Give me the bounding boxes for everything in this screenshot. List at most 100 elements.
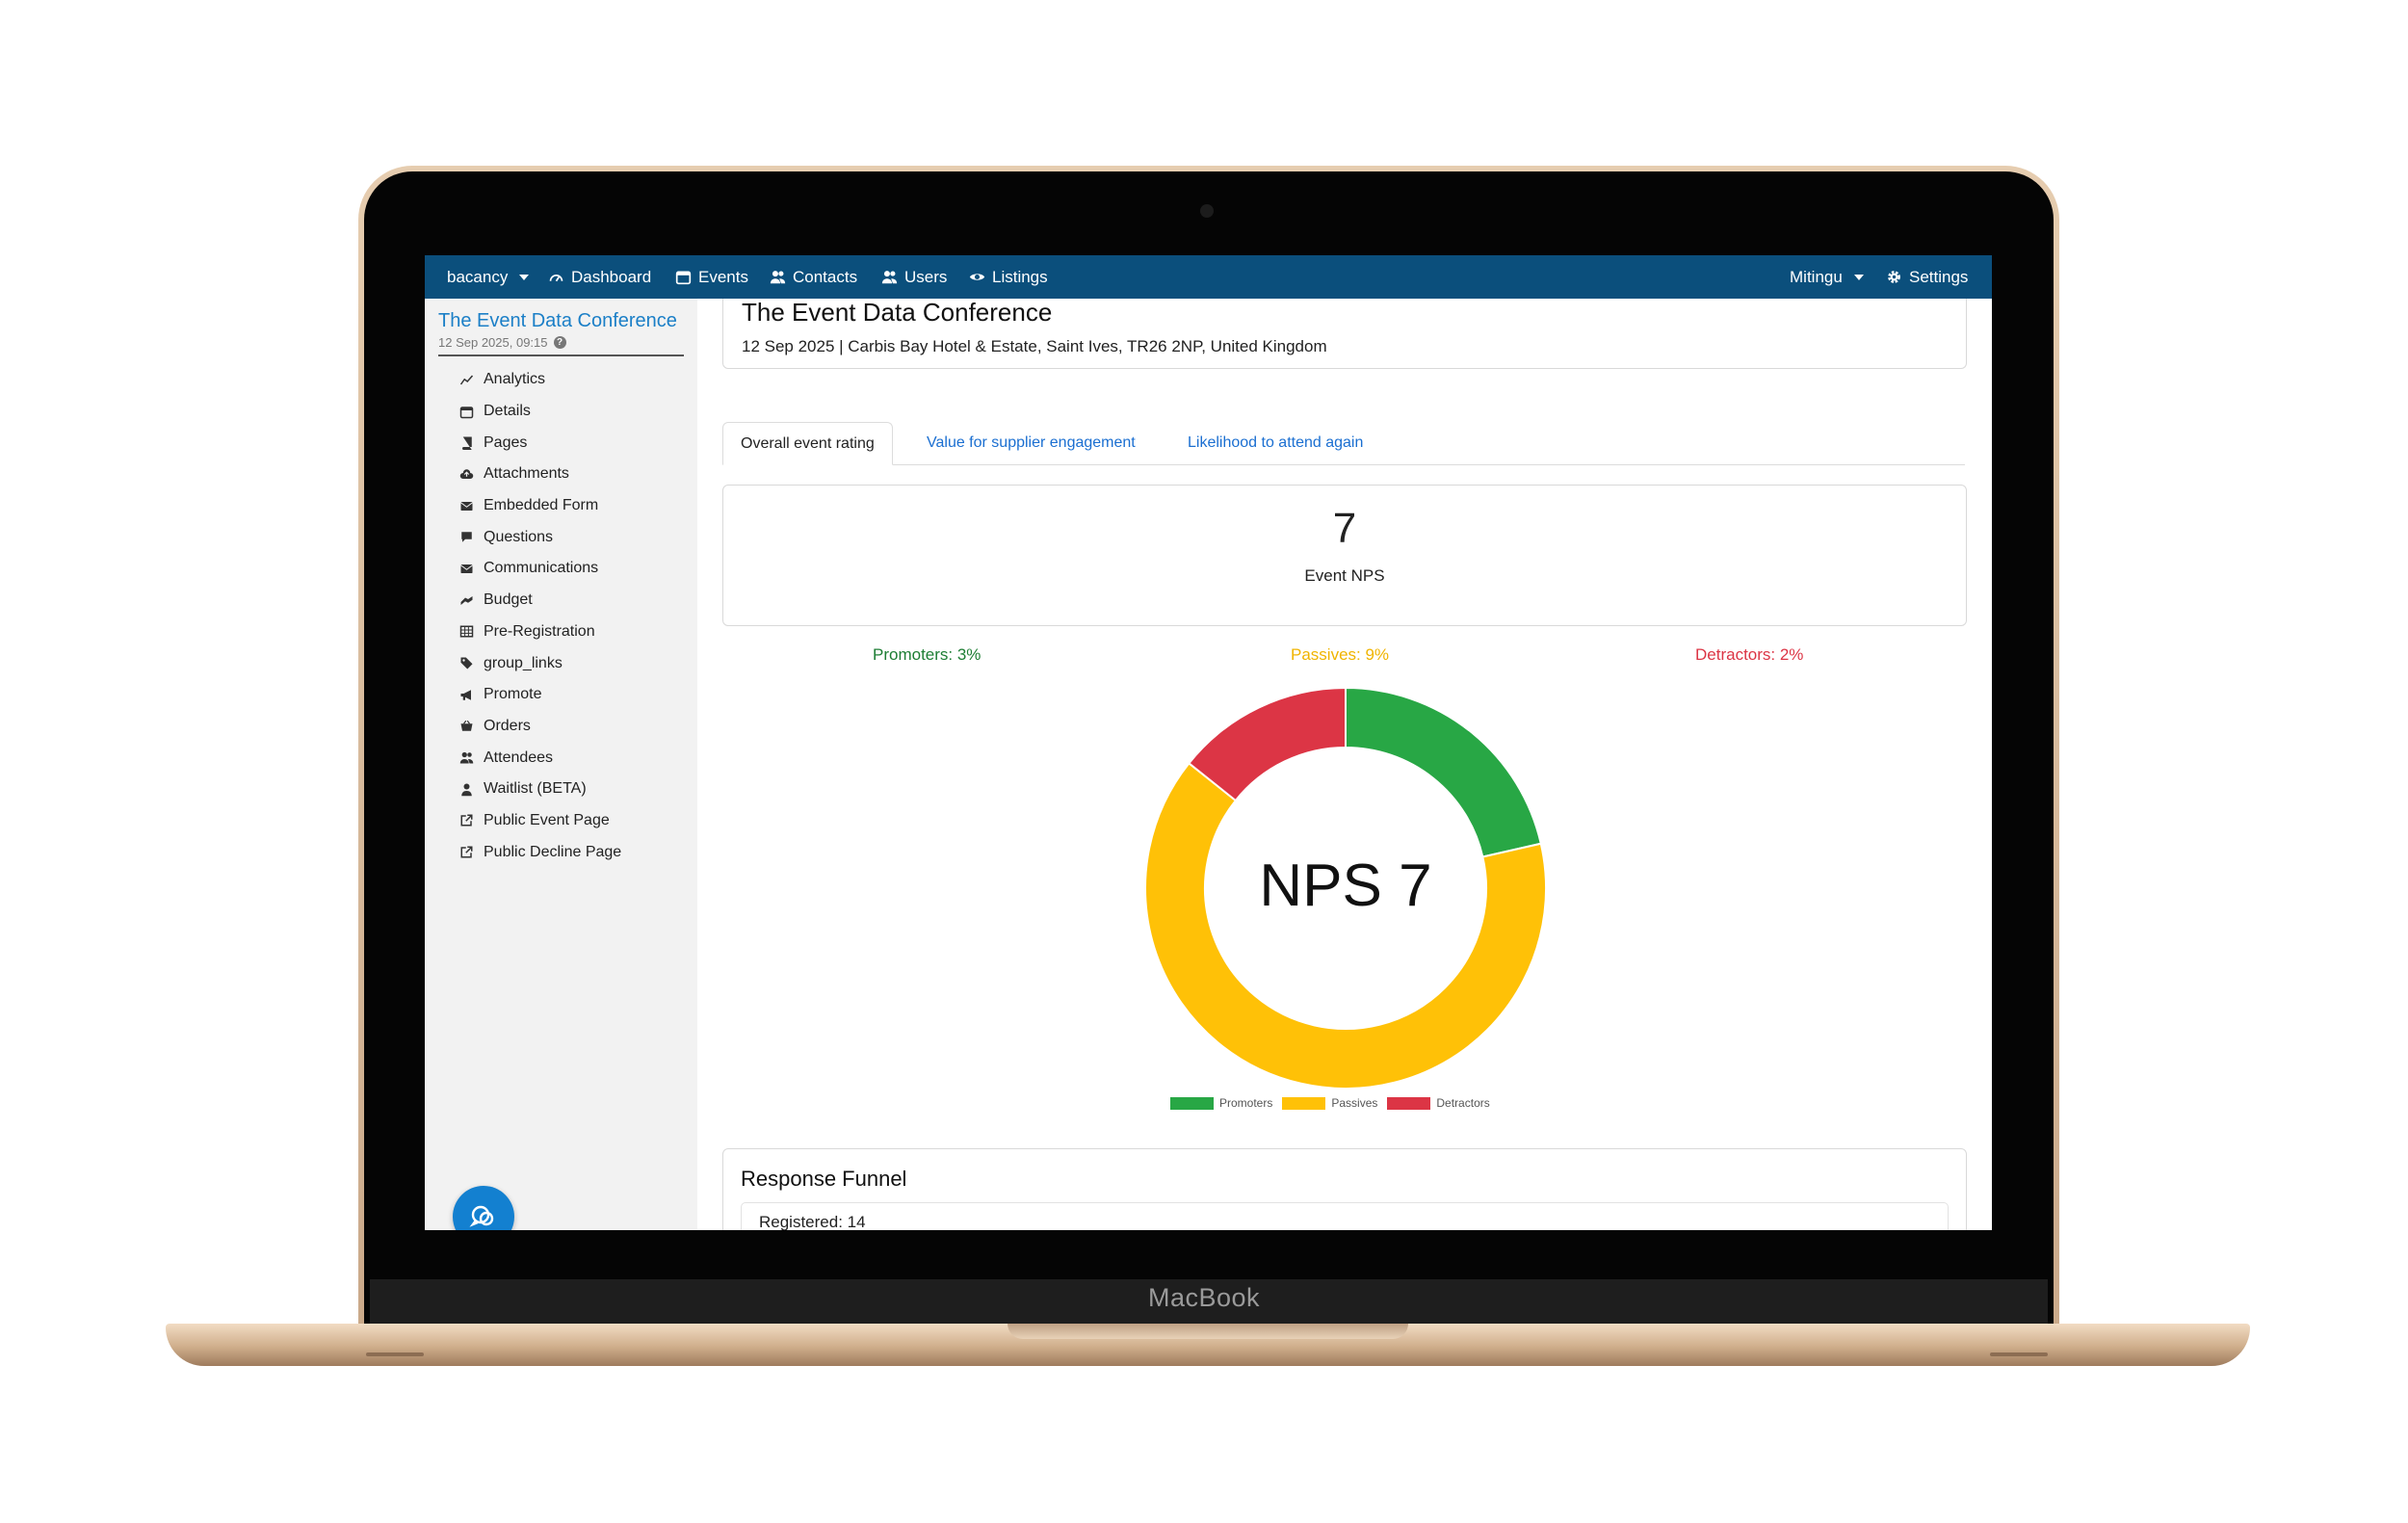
legend-item-promoters[interactable]: Promoters xyxy=(1170,1096,1272,1110)
sidebar: The Event Data Conference 12 Sep 2025, 0… xyxy=(425,299,697,1230)
response-funnel-card: Response Funnel Registered: 14 xyxy=(722,1148,1967,1230)
nav-dashboard-label: Dashboard xyxy=(571,267,652,286)
sidebar-event-date: 12 Sep 2025, 09:15 ? xyxy=(438,335,566,350)
page-title: The Event Data Conference xyxy=(742,299,1053,327)
chat-icon xyxy=(469,1205,494,1227)
org-dropdown[interactable]: bacancy xyxy=(447,255,530,299)
sidebar-item-analytics[interactable]: Analytics xyxy=(458,364,621,396)
tab-likelihood-to-attend-again[interactable]: Likelihood to attend again xyxy=(1170,422,1380,463)
sidebar-item-label: Analytics xyxy=(484,371,546,388)
sidebar-item-label: group_links xyxy=(484,654,563,671)
legend-item-detractors[interactable]: Detractors xyxy=(1387,1096,1490,1110)
nav-events[interactable]: Events xyxy=(674,255,748,299)
ticket-icon xyxy=(458,655,475,672)
nav-users[interactable]: Users xyxy=(880,255,947,299)
legend-item-passives[interactable]: Passives xyxy=(1282,1096,1377,1110)
passives-label: Passives: 9% xyxy=(1291,645,1390,664)
sidebar-item-orders[interactable]: Orders xyxy=(458,711,621,743)
detractors-label: Detractors: 2% xyxy=(1695,645,1804,664)
nav-contacts[interactable]: Contacts xyxy=(769,255,857,299)
sidebar-item-label: Public Event Page xyxy=(484,811,610,828)
sidebar-item-details[interactable]: Details xyxy=(458,396,621,428)
sidebar-item-label: Promote xyxy=(484,686,542,703)
sidebar-item-label: Attendees xyxy=(484,748,554,766)
tab-value-for-supplier-engagement[interactable]: Value for supplier engagement xyxy=(909,422,1153,463)
users-icon xyxy=(880,269,898,286)
user-icon xyxy=(458,780,475,798)
sidebar-item-pages[interactable]: Pages xyxy=(458,427,621,459)
envelope-icon xyxy=(458,497,475,514)
sidebar-item-budget[interactable]: Budget xyxy=(458,585,621,617)
funnel-panel: Registered: 14 xyxy=(741,1202,1949,1230)
money-icon xyxy=(458,591,475,609)
nps-donut-chart: NPS 7 xyxy=(1144,686,1547,1090)
chat-button[interactable] xyxy=(453,1186,514,1230)
question-icon[interactable]: ? xyxy=(553,336,566,349)
external-link-icon xyxy=(458,812,475,829)
device-brand: MacBook xyxy=(1147,1283,1261,1312)
users-icon xyxy=(769,269,786,286)
sidebar-item-label: Details xyxy=(484,403,531,420)
sidebar-item-label: Pre-Registration xyxy=(484,622,595,640)
sidebar-item-label: Budget xyxy=(484,591,533,609)
nav-contacts-label: Contacts xyxy=(793,267,858,286)
sidebar-item-waitlist[interactable]: Waitlist (BETA) xyxy=(458,774,621,805)
laptop-foot xyxy=(1990,1352,2048,1356)
book-icon xyxy=(458,434,475,452)
laptop-foot xyxy=(366,1352,424,1356)
cloud-upload-icon xyxy=(458,465,475,483)
screen: bacancy Dashboard Events Contacts Users … xyxy=(425,255,1992,1230)
main-content: The Event Data Conference 12 Sep 2025 | … xyxy=(697,299,1992,1230)
bullhorn-icon xyxy=(458,686,475,703)
sidebar-item-label: Waitlist (BETA) xyxy=(484,780,587,798)
table-icon xyxy=(458,623,475,641)
funnel-title: Response Funnel xyxy=(741,1167,907,1191)
sidebar-item-label: Attachments xyxy=(484,465,569,483)
sidebar-item-public-decline-page[interactable]: Public Decline Page xyxy=(458,836,621,868)
nav-listings-label: Listings xyxy=(992,267,1048,286)
comment-icon xyxy=(458,529,475,546)
nav-dashboard[interactable]: Dashboard xyxy=(547,255,651,299)
legend-label: Detractors xyxy=(1436,1096,1490,1110)
divider xyxy=(438,354,684,356)
legend-swatch xyxy=(1282,1096,1326,1110)
sidebar-item-label: Pages xyxy=(484,433,528,451)
event-date-text: 12 Sep 2025, 09:15 xyxy=(438,335,548,350)
sidebar-item-questions[interactable]: Questions xyxy=(458,521,621,553)
account-dropdown[interactable]: Mitingu xyxy=(1790,255,1864,299)
basket-icon xyxy=(458,718,475,735)
sidebar-item-public-event-page[interactable]: Public Event Page xyxy=(458,805,621,837)
envelope-icon xyxy=(458,560,475,577)
legend-swatch xyxy=(1170,1096,1214,1110)
sidebar-event-title[interactable]: The Event Data Conference xyxy=(438,310,677,332)
gear-icon xyxy=(1885,269,1902,286)
sidebar-item-attachments[interactable]: Attachments xyxy=(458,459,621,490)
rating-tabs: Overall event rating Value for supplier … xyxy=(722,422,1965,465)
chevron-down-icon xyxy=(1853,274,1864,280)
sidebar-item-promote[interactable]: Promote xyxy=(458,679,621,711)
chevron-down-icon xyxy=(519,274,530,280)
sidebar-item-embedded-form[interactable]: Embedded Form xyxy=(458,490,621,522)
donut-slice-promoters[interactable] xyxy=(1345,686,1542,858)
users-icon xyxy=(458,749,475,767)
account-label: Mitingu xyxy=(1790,267,1843,286)
nav-settings[interactable]: Settings xyxy=(1885,255,1968,299)
nav-users-label: Users xyxy=(904,267,948,286)
sidebar-item-communications[interactable]: Communications xyxy=(458,553,621,585)
eye-icon xyxy=(968,269,985,286)
event-subtitle: 12 Sep 2025 | Carbis Bay Hotel & Estate,… xyxy=(742,337,1327,355)
nav-events-label: Events xyxy=(698,267,748,286)
external-link-icon xyxy=(458,844,475,861)
sidebar-item-group-links[interactable]: group_links xyxy=(458,647,621,679)
nps-card: 7 Event NPS xyxy=(722,485,1967,626)
tab-overall-event-rating[interactable]: Overall event rating xyxy=(722,422,893,465)
sidebar-item-label: Public Decline Page xyxy=(484,843,622,860)
chart-legend: Promoters Passives Detractors xyxy=(1170,1096,1490,1110)
sidebar-item-pre-registration[interactable]: Pre-Registration xyxy=(458,617,621,648)
calendar-icon xyxy=(458,403,475,420)
nps-label: Event NPS xyxy=(1304,566,1385,585)
legend-swatch xyxy=(1387,1096,1431,1110)
sidebar-item-attendees[interactable]: Attendees xyxy=(458,742,621,774)
sidebar-menu: Analytics Details Pages Attachments Embe… xyxy=(458,364,621,868)
nav-listings[interactable]: Listings xyxy=(968,255,1048,299)
